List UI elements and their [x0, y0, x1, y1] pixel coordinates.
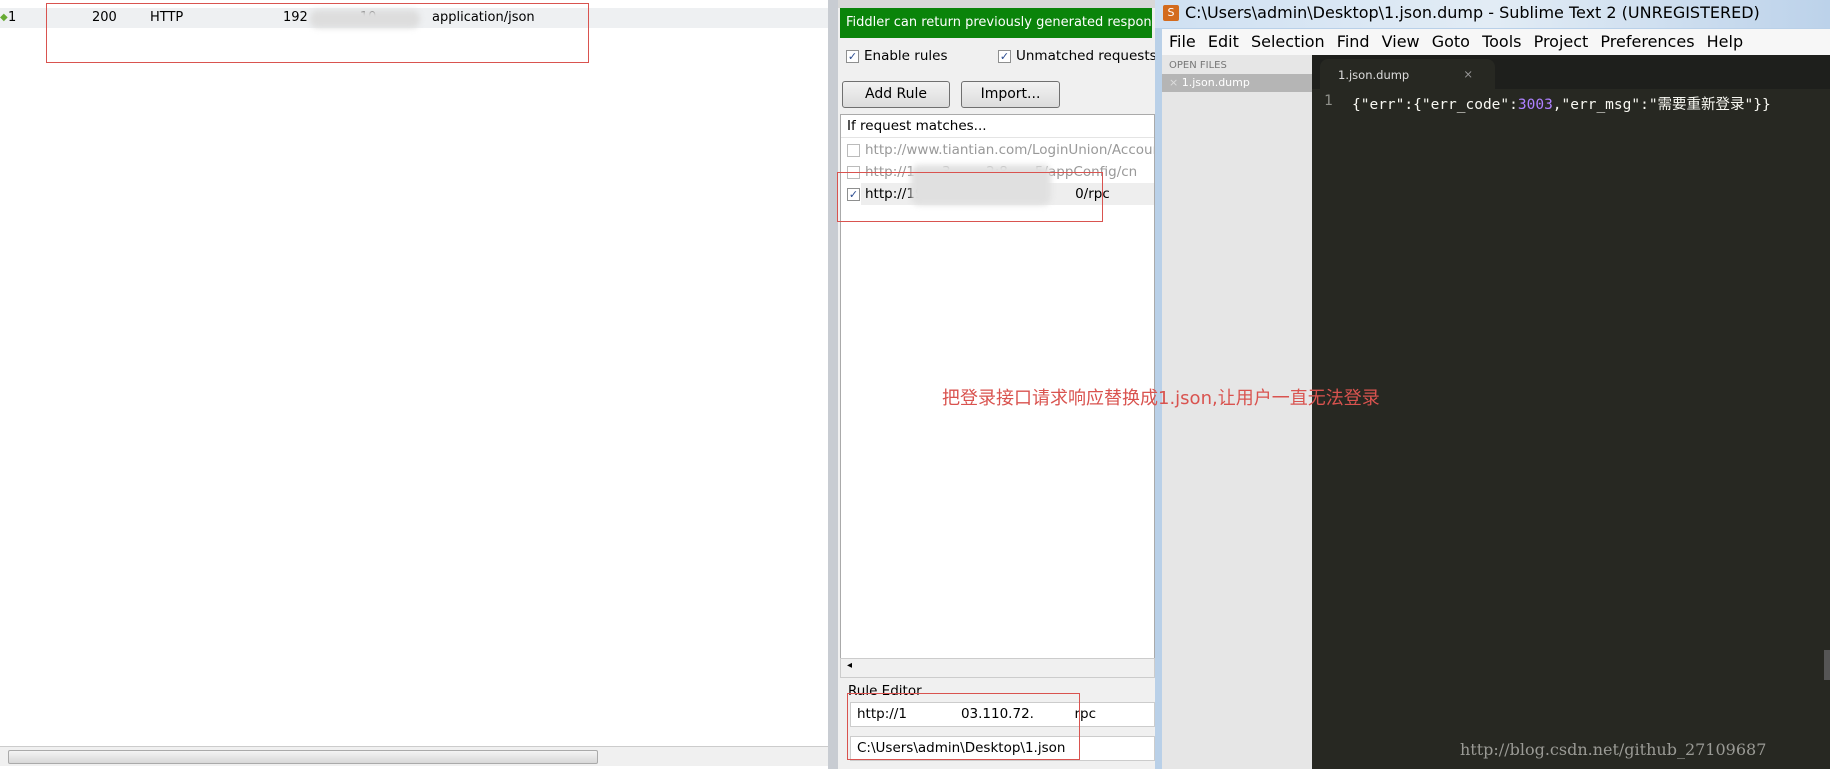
- unmatched-passthrough-checkbox[interactable]: ✓ Unmatched requests p: [998, 48, 1170, 64]
- rule-item[interactable]: http://www.tiantian.com/LoginUnion/Accou…: [847, 142, 1154, 158]
- code-line: {"err":{"err_code":3003,"err_msg":"需要重新登…: [1352, 97, 1771, 113]
- session-id: 1: [8, 10, 17, 25]
- editor[interactable]: 1.json.dump × 1 {"err":{"err_code":3003,"…: [1312, 55, 1830, 769]
- list-header: If request matches...: [847, 118, 987, 134]
- checkbox-icon: ✓: [846, 49, 859, 63]
- add-rule-button[interactable]: Add Rule: [842, 81, 950, 108]
- menu-help[interactable]: Help: [1707, 32, 1743, 51]
- sublime-logo-icon: S: [1163, 5, 1179, 21]
- info-banner: Fiddler can return previously generated …: [840, 8, 1152, 38]
- inspector-tabs[interactable]: [838, 0, 1155, 8]
- menu-selection[interactable]: Selection: [1251, 32, 1325, 51]
- open-files-label: OPEN FILES: [1169, 60, 1227, 71]
- close-icon[interactable]: ×: [1463, 67, 1473, 81]
- line-number: 1: [1324, 93, 1333, 109]
- import-button[interactable]: Import...: [961, 81, 1060, 108]
- open-file-item[interactable]: × 1.json.dump: [1162, 74, 1312, 92]
- menu-file[interactable]: File: [1169, 32, 1196, 51]
- splitter[interactable]: [828, 0, 838, 769]
- horizontal-scrollbar[interactable]: ◂: [840, 658, 1155, 678]
- highlight-box: [847, 693, 1080, 760]
- response-icon: ◆: [0, 12, 8, 23]
- menu-project[interactable]: Project: [1534, 32, 1589, 51]
- checkbox-icon: [847, 143, 860, 157]
- close-icon[interactable]: ×: [1169, 76, 1182, 89]
- tab-bar: 1.json.dump ×: [1312, 55, 1830, 89]
- sessions-panel: ◆ 1 200 HTTP 192 10 application/json: [0, 0, 828, 769]
- menu-bar: File Edit Selection Find View Goto Tools…: [1162, 29, 1830, 55]
- menu-goto[interactable]: Goto: [1432, 32, 1470, 51]
- menu-tools[interactable]: Tools: [1482, 32, 1521, 51]
- window-title: C:\Users\admin\Desktop\1.json.dump - Sub…: [1155, 0, 1830, 28]
- sidebar: OPEN FILES × 1.json.dump: [1162, 55, 1312, 769]
- watermark: http://blog.csdn.net/github_27109687: [1460, 740, 1767, 759]
- horizontal-scrollbar[interactable]: [0, 746, 828, 766]
- menu-edit[interactable]: Edit: [1208, 32, 1239, 51]
- tab-1-json-dump[interactable]: 1.json.dump ×: [1320, 59, 1495, 89]
- scrollbar[interactable]: [1824, 650, 1830, 680]
- enable-rules-checkbox[interactable]: ✓ Enable rules: [846, 48, 947, 64]
- checkbox-icon: ✓: [998, 49, 1011, 63]
- menu-find[interactable]: Find: [1337, 32, 1370, 51]
- highlight-box: [46, 3, 589, 63]
- annotation-text: 把登录接口请求响应替换成1.json,让用户一直无法登录: [942, 388, 1380, 409]
- scroll-left-icon[interactable]: ◂: [847, 660, 852, 671]
- menu-preferences[interactable]: Preferences: [1600, 32, 1694, 51]
- highlight-box: [837, 172, 1103, 222]
- menu-view[interactable]: View: [1382, 32, 1420, 51]
